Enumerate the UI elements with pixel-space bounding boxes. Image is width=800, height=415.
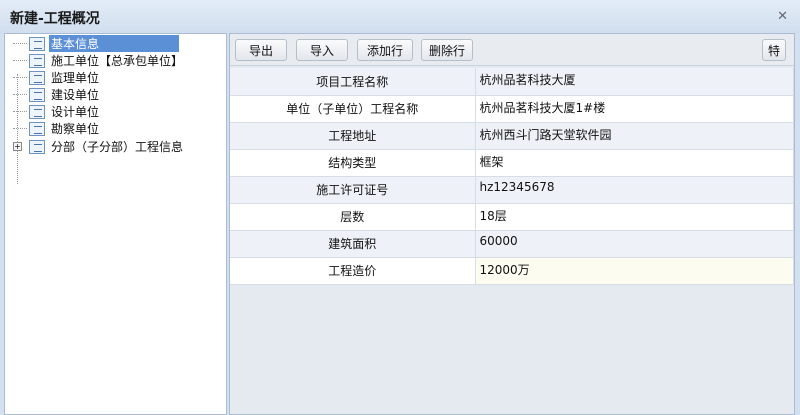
field-label: 施工许可证号 — [230, 176, 476, 204]
field-value[interactable]: 杭州品茗科技大厦 — [475, 68, 794, 96]
expand-icon[interactable]: + — [13, 142, 22, 151]
tree-item-building-unit[interactable]: 建设单位 — [13, 86, 101, 103]
form-icon — [29, 139, 45, 154]
delete-row-button[interactable]: 删除行 — [421, 39, 473, 61]
table-row: 工程地址 杭州西斗门路天堂软件园 — [230, 122, 794, 150]
special-char-button[interactable]: 特 — [762, 39, 786, 61]
tree-item-survey-unit[interactable]: 勘察单位 — [13, 120, 101, 137]
table-row: 建筑面积 60000 — [230, 230, 794, 258]
export-button[interactable]: 导出 — [235, 39, 287, 61]
form-icon — [29, 87, 45, 102]
tree-panel: 基本信息 施工单位【总承包单位】 监理单位 建设单位 设计单位 勘察单位 + 分部… — [4, 33, 227, 415]
tree-item-supervision-unit[interactable]: 监理单位 — [13, 69, 101, 86]
field-value[interactable]: 杭州品茗科技大厦1#楼 — [475, 95, 794, 123]
table-row: 结构类型 框架 — [230, 149, 794, 177]
field-value[interactable]: 框架 — [475, 149, 794, 177]
import-button[interactable]: 导入 — [296, 39, 348, 61]
field-value[interactable]: 18层 — [475, 203, 794, 231]
field-label: 单位（子单位）工程名称 — [230, 95, 476, 123]
form-icon — [29, 53, 45, 68]
info-table: 项目工程名称 杭州品茗科技大厦 单位（子单位）工程名称 杭州品茗科技大厦1#楼 工程… — [230, 68, 794, 285]
tree-item-design-unit[interactable]: 设计单位 — [13, 103, 101, 120]
content-panel: 导出 导入 添加行 删除行 特 项目工程名称 杭州品茗科技大厦 单位（子单位）工程… — [229, 33, 795, 415]
window-title: 新建-工程概况 — [10, 11, 100, 27]
table-row: 单位（子单位）工程名称 杭州品茗科技大厦1#楼 — [230, 95, 794, 123]
add-row-button[interactable]: 添加行 — [357, 39, 413, 61]
field-value[interactable]: 杭州西斗门路天堂软件园 — [475, 122, 794, 150]
form-icon — [29, 70, 45, 85]
toolbar: 导出 导入 添加行 删除行 特 — [230, 34, 794, 66]
field-label: 建筑面积 — [230, 230, 476, 258]
form-icon — [29, 121, 45, 136]
field-label: 工程地址 — [230, 122, 476, 150]
tree-item-subdivision-info[interactable]: + 分部（子分部）工程信息 — [13, 138, 185, 155]
field-label: 结构类型 — [230, 149, 476, 177]
tree-item-construction-unit[interactable]: 施工单位【总承包单位】 — [13, 52, 185, 69]
tree-item-basic-info[interactable]: 基本信息 — [13, 35, 179, 52]
table-row: 项目工程名称 杭州品茗科技大厦 — [230, 68, 794, 96]
field-value[interactable]: hz12345678 — [475, 176, 794, 204]
field-label: 工程造价 — [230, 257, 476, 285]
table-row: 施工许可证号 hz12345678 — [230, 176, 794, 204]
table-row: 工程造价 12000万 — [230, 257, 794, 285]
title-bar: 新建-工程概况 ✕ — [0, 0, 800, 33]
field-label: 层数 — [230, 203, 476, 231]
field-value[interactable]: 60000 — [475, 230, 794, 258]
form-icon — [29, 104, 45, 119]
field-label: 项目工程名称 — [230, 68, 476, 96]
form-icon — [29, 36, 45, 51]
close-icon[interactable]: ✕ — [777, 9, 788, 24]
table-row: 层数 18层 — [230, 203, 794, 231]
field-value-editing[interactable]: 12000万 — [475, 257, 794, 285]
